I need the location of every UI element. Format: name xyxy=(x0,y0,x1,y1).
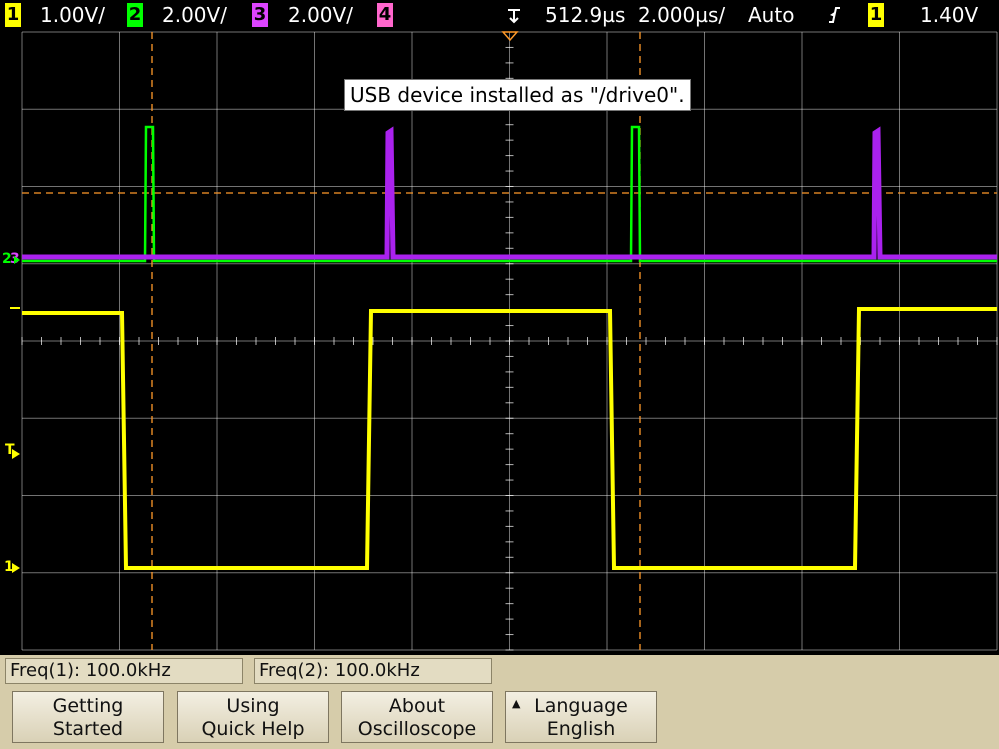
status-bar: 1 1.00V/ 2 2.00V/ 3 2.00V/ 4 512.9µs 2.0… xyxy=(0,0,999,30)
channel-1-scale: 1.00V/ xyxy=(40,3,105,27)
delay-readout: 512.9µs xyxy=(545,3,626,27)
softkey-line1: About xyxy=(388,695,446,717)
softkey-line2: Started xyxy=(52,718,124,740)
softkey-line1: Using xyxy=(226,695,280,717)
channel-4-badge[interactable]: 4 xyxy=(377,3,393,27)
softkey-panel: Freq(1): 100.0kHz Freq(2): 100.0kHz Gett… xyxy=(0,655,999,749)
channel-3-scale: 2.00V/ xyxy=(288,3,353,27)
waveform-canvas: 2 3 T 1 xyxy=(2,31,998,651)
language-button[interactable]: ▲ Language English xyxy=(505,691,657,743)
softkey-line1: Language xyxy=(534,695,628,717)
softkey-line1: Getting xyxy=(52,695,124,717)
graticule-grid xyxy=(21,31,998,651)
about-oscilloscope-button[interactable]: About Oscilloscope xyxy=(341,691,493,743)
getting-started-button[interactable]: Getting Started xyxy=(12,691,164,743)
freq-2-measurement: Freq(2): 100.0kHz xyxy=(254,658,492,684)
freq-1-measurement: Freq(1): 100.0kHz xyxy=(5,658,243,684)
softkey-line2: English xyxy=(546,718,616,740)
trigger-position-icon xyxy=(505,6,523,32)
channel-1-badge[interactable]: 1 xyxy=(5,3,21,27)
trigger-level: 1.40V xyxy=(920,3,979,27)
usb-notification: USB device installed as "/drive0". xyxy=(344,79,691,111)
quick-help-button[interactable]: Using Quick Help xyxy=(177,691,329,743)
channel-markers: 2 3 T 1 xyxy=(2,251,20,575)
channel-2-badge[interactable]: 2 xyxy=(127,3,143,27)
timebase-readout: 2.000µs/ xyxy=(638,3,726,27)
softkey-line2: Quick Help xyxy=(201,718,305,740)
waveform-display[interactable]: 2 3 T 1 xyxy=(0,30,999,655)
channel-2-scale: 2.00V/ xyxy=(162,3,227,27)
rising-edge-icon xyxy=(826,5,842,31)
trigger-source-badge[interactable]: 1 xyxy=(868,3,884,27)
up-triangle-icon: ▲ xyxy=(512,697,521,710)
channel-3-badge[interactable]: 3 xyxy=(252,3,268,27)
softkey-line2: Oscilloscope xyxy=(357,718,477,740)
trigger-mode: Auto xyxy=(748,3,795,27)
